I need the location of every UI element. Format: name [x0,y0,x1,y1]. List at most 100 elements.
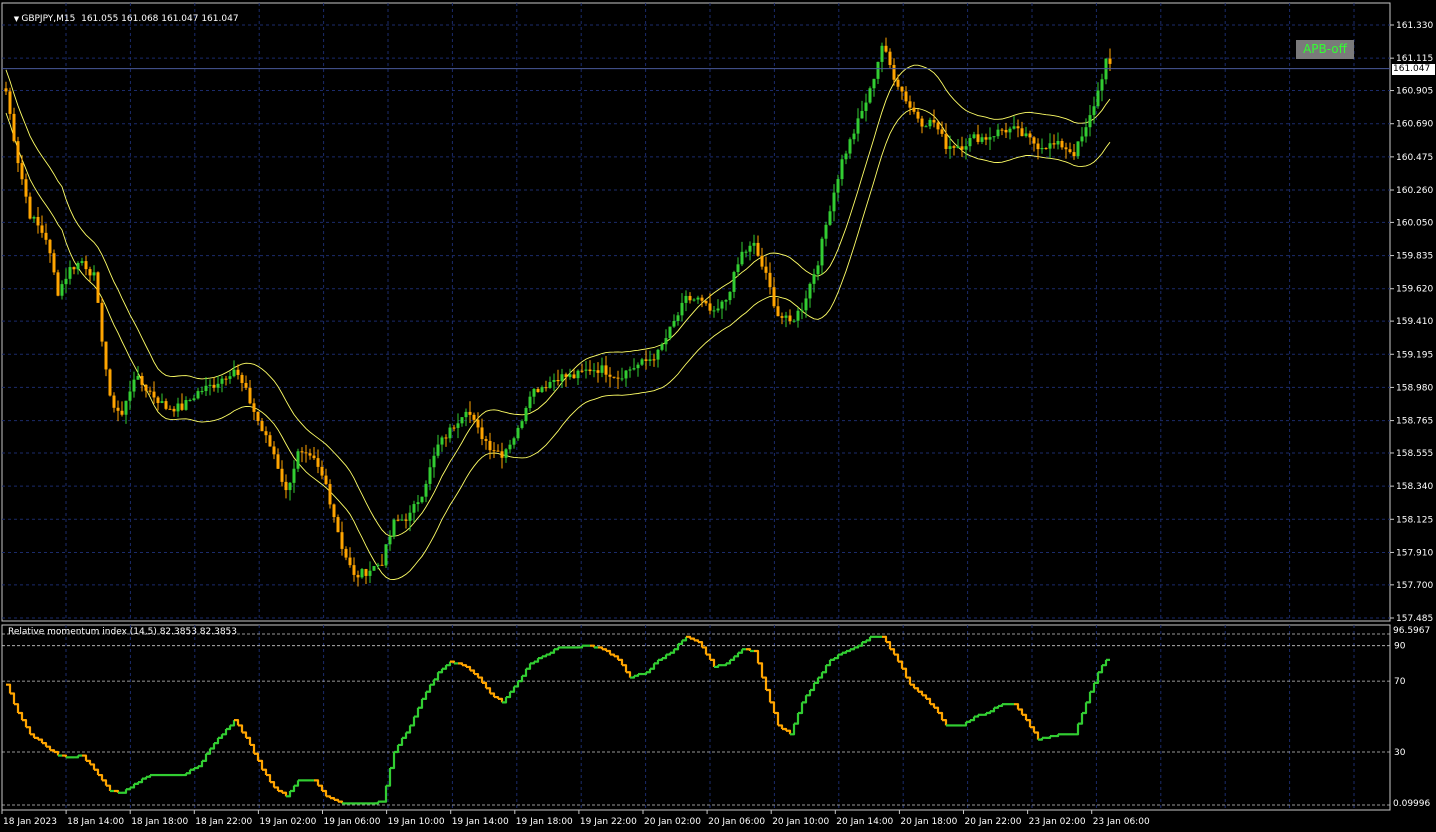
candle-body [188,400,192,402]
candle-body [1060,140,1064,148]
rmi-line-segment [74,755,80,759]
candle-body [916,111,920,119]
candle-body [776,306,780,317]
current-price-tag: 161.047 [1392,64,1435,75]
candle-body [620,378,624,380]
rmi-line-segment [274,786,280,792]
candle-body [228,376,232,379]
rmi-line-segment [706,653,712,660]
rmi-line-segment [434,672,440,681]
rmi-line-segment [1098,665,1104,674]
candle-body [256,411,260,422]
rmi-line-segment [666,652,672,656]
candle-body [600,365,604,373]
candle-body [700,297,704,301]
candle-body [716,308,720,311]
rmi-line-segment [982,713,988,716]
candle-body [568,374,572,378]
candle-body [660,344,664,350]
rmi-line-segment [266,773,272,783]
rmi-line-segment [146,775,152,778]
candle-body [1076,141,1080,157]
candle-body [92,272,96,276]
candle-body [800,310,804,312]
rmi-line-segment [758,662,764,678]
candle-body [492,450,496,452]
rmi-line-segment [478,676,484,683]
rmi-line-segment [918,690,924,696]
candle-body [276,454,280,469]
time-tick-label: 20 Jan 18:00 [900,817,957,827]
rmi-line-segment [962,721,968,727]
price-tick-label: 161.115 [1396,54,1433,64]
rmi-line-segment [90,763,96,770]
rmi-line-segment [250,743,256,754]
main-chart-frame [1,2,1391,622]
rmi-line-segment [786,729,792,735]
candle-body [908,101,912,108]
rmi-line-segment [542,654,548,658]
candle-body [520,421,524,428]
time-tick-label: 19 Jan 02:00 [259,817,316,827]
candle-body [528,396,532,409]
candle-body [1032,137,1036,144]
candle-body [836,179,840,193]
time-tick-label: 18 Jan 2023 [3,817,57,827]
rmi-line-segment [506,691,512,699]
candle-body [232,369,236,377]
rmi-line-segment [458,662,464,666]
price-tick-label: 158.765 [1396,417,1433,427]
time-tick-label: 19 Jan 14:00 [452,817,509,827]
candle-body [796,310,800,321]
rmi-line-segment [798,702,804,715]
rmi-line-segment [862,640,868,644]
candle-body [1012,126,1016,129]
rmi-line-segment [818,672,824,679]
rmi-line-segment [830,658,836,661]
rmi-line-segment [1078,713,1084,725]
rmi-line-segment [314,779,320,786]
candle-body [400,519,404,521]
rmi-line-segment [114,789,120,793]
rmi-line-segment [214,737,220,745]
candle-body [868,88,872,103]
apb-off-button[interactable]: APB-off [1296,40,1354,59]
candle-body [316,458,320,467]
candle-body [84,261,88,270]
time-tick-label: 19 Jan 06:00 [324,817,381,827]
candle-body [552,379,556,382]
candle-body [928,119,932,127]
rmi-line-segment [590,644,596,648]
rmi-line-segment [430,679,436,686]
candle-body [472,414,476,420]
candle-body [176,403,180,412]
candle-body [164,401,168,409]
price-tick-label: 158.340 [1396,482,1433,492]
rmi-line-segment [534,658,540,663]
candle-body [1084,127,1088,137]
candle-body [544,387,548,389]
candle-body [976,134,980,142]
rmi-line-segment [766,688,772,703]
rmi-line-segment [254,752,260,761]
rmi-line-segment [738,649,744,654]
candle-body [344,548,348,558]
candle-body [224,378,228,380]
candle-body [376,564,380,567]
candle-body [692,299,696,301]
time-tick-label: 20 Jan 06:00 [708,817,765,827]
candle-body [860,110,864,119]
candle-body [840,159,844,180]
candle-body [1040,147,1044,150]
candle-body [212,384,216,388]
candle-body [144,384,148,391]
candle-body [128,391,132,401]
symbol-ohlc-label: GBPJPY,M15 161.055 161.068 161.047 161.0… [21,14,239,24]
rmi-tick-label: 30 [1394,748,1406,758]
candle-body [668,326,672,339]
chart-canvas[interactable]: 161.330 161.115 160.905 160.690 160.475 160.2… [0,0,1436,832]
rmi-line-segment [54,750,60,756]
rmi-line-segment [34,736,40,740]
rmi-line-segment [102,779,108,786]
candle-body [24,179,28,197]
